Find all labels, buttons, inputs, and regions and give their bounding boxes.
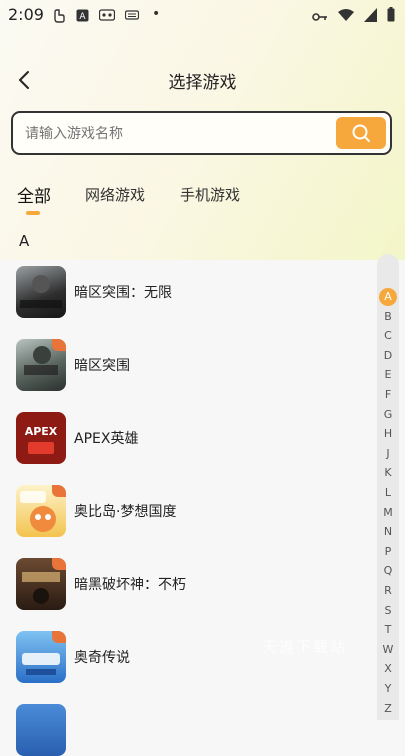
wifi-icon	[338, 7, 354, 26]
index-letter-r[interactable]: R	[377, 584, 399, 597]
list-item[interactable]	[16, 700, 356, 756]
hand-icon	[53, 9, 65, 26]
game-name: 暗黑破坏神：不朽	[74, 577, 186, 593]
index-letter-c[interactable]: C	[377, 329, 399, 342]
index-letter-l[interactable]: L	[377, 486, 399, 499]
game-name: 暗区突围：无限	[74, 285, 172, 301]
index-letter-b[interactable]: B	[377, 310, 399, 323]
index-letter-p[interactable]: P	[377, 545, 399, 558]
tab-mobile-games[interactable]: 手机游戏	[180, 184, 240, 205]
alphabet-index[interactable]: ABCDEFGHJKLMNPQRSTWXYZ	[377, 254, 399, 720]
game-name: 奥奇传说	[74, 650, 130, 666]
tab-online-games[interactable]: 网络游戏	[85, 184, 145, 205]
game-icon	[16, 631, 66, 683]
game-icon	[16, 485, 66, 537]
index-letter-z[interactable]: Z	[377, 702, 399, 715]
index-letter-a[interactable]: A	[377, 290, 399, 303]
game-name: APEX英雄	[74, 431, 139, 447]
signal-icon	[364, 7, 377, 26]
index-letter-j[interactable]: J	[377, 447, 399, 460]
svg-text:A: A	[79, 12, 86, 22]
game-icon	[16, 704, 66, 756]
battery-icon	[387, 7, 395, 26]
page-header: 选择游戏	[0, 58, 405, 102]
index-letter-s[interactable]: S	[377, 604, 399, 617]
list-item[interactable]: 奥比岛·梦想国度	[16, 481, 356, 537]
list-item[interactable]: 暗区突围	[16, 335, 356, 391]
index-letter-f[interactable]: F	[377, 388, 399, 401]
index-letter-h[interactable]: H	[377, 427, 399, 440]
keyboard-icon	[124, 9, 140, 24]
index-letter-k[interactable]: K	[377, 466, 399, 479]
list-item[interactable]: 暗区突围：无限	[16, 262, 356, 318]
hot-badge	[52, 339, 66, 351]
status-time: 2:09	[8, 5, 44, 24]
index-letter-t[interactable]: T	[377, 623, 399, 636]
page-title: 选择游戏	[168, 73, 237, 93]
tab-all[interactable]: 全部	[17, 182, 51, 207]
game-icon	[16, 266, 66, 318]
index-letter-g[interactable]: G	[377, 408, 399, 421]
index-letter-x[interactable]: X	[377, 662, 399, 675]
game-icon	[16, 558, 66, 610]
index-letter-m[interactable]: M	[377, 506, 399, 519]
hot-badge	[52, 558, 66, 570]
list-item[interactable]: 暗黑破坏神：不朽	[16, 554, 356, 610]
index-letter-d[interactable]: D	[377, 349, 399, 362]
section-header: A	[19, 232, 30, 250]
search-bar	[11, 111, 392, 155]
index-letter-q[interactable]: Q	[377, 564, 399, 577]
search-icon	[352, 124, 370, 142]
app-a-icon: A	[76, 9, 89, 25]
search-button[interactable]	[336, 117, 386, 149]
vpn-key-icon	[312, 7, 328, 26]
status-bar: 2:09 A •	[0, 0, 405, 32]
game-name: 暗区突围	[74, 358, 130, 374]
watermark-text: 天道下载站	[262, 638, 348, 656]
hot-badge	[52, 485, 66, 497]
hot-badge	[52, 631, 66, 643]
cassette-icon	[98, 9, 116, 24]
svg-text:APEX: APEX	[25, 425, 58, 438]
list-item[interactable]: APEX APEX英雄	[16, 408, 356, 464]
index-letter-w[interactable]: W	[377, 643, 399, 656]
game-icon: APEX	[16, 412, 66, 464]
search-input[interactable]	[23, 121, 327, 147]
game-icon	[16, 339, 66, 391]
notification-dot: •	[152, 6, 161, 22]
game-name: 奥比岛·梦想国度	[74, 504, 177, 520]
category-tabs: 全部 网络游戏 手机游戏	[0, 178, 405, 218]
index-letter-y[interactable]: Y	[377, 682, 399, 695]
active-tab-indicator	[26, 211, 40, 215]
index-letter-e[interactable]: E	[377, 368, 399, 381]
index-letter-n[interactable]: N	[377, 525, 399, 538]
